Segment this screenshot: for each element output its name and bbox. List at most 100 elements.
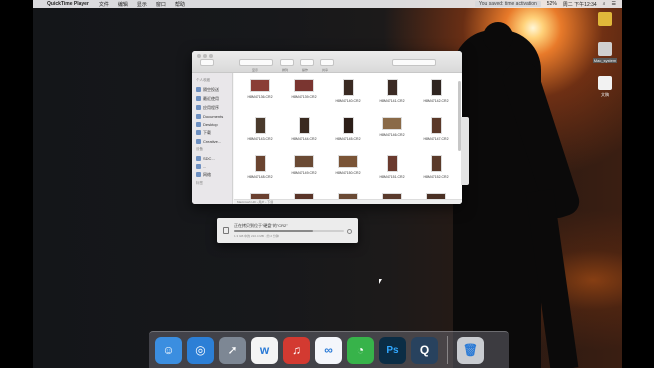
- toolbar-label-share: 共享: [322, 68, 329, 72]
- share-button[interactable]: [320, 59, 334, 66]
- sidebar-heading-favorites: 个人收藏: [196, 78, 210, 82]
- file-item[interactable]: H8M47148.CR2: [238, 153, 282, 191]
- menubar-clock[interactable]: 周二 下午12:34: [563, 1, 597, 8]
- drive-icon: [196, 163, 201, 169]
- file-name: H8M47146.CR2: [379, 133, 405, 137]
- menu-item-edit[interactable]: 编辑: [118, 1, 128, 8]
- file-item[interactable]: H8M47150.CR2: [326, 153, 370, 191]
- menu-app-name[interactable]: QuickTime Player: [47, 1, 89, 7]
- sidebar-item-device[interactable]: ...: [192, 162, 232, 170]
- file-name: H8M47142.CR2: [423, 99, 449, 103]
- file-thumbnail: [294, 79, 314, 92]
- sidebar-item-label: ...: [203, 163, 207, 169]
- menu-list-icon[interactable]: ☰: [612, 1, 616, 7]
- view-mode-button[interactable]: [239, 59, 273, 66]
- file-item[interactable]: H8M47152.CR2: [414, 153, 458, 191]
- file-thumbnail: [294, 155, 314, 168]
- applications-icon: [196, 105, 201, 110]
- file-item[interactable]: H8M47139.CR2: [282, 77, 326, 115]
- photoshop-icon[interactable]: Ps: [379, 336, 406, 364]
- file-thumbnail: [298, 117, 310, 134]
- desktop-icon-drive[interactable]: Mac_system: [590, 42, 620, 63]
- toolbar-label-view: 显示: [252, 68, 259, 72]
- sidebar-item-desktop[interactable]: Desktop: [192, 120, 232, 128]
- menu-item-help[interactable]: 帮助: [175, 1, 185, 8]
- file-thumbnail: [430, 155, 442, 172]
- file-name: H8M47144.CR2: [291, 137, 317, 141]
- sidebar-heading-devices: 设备: [196, 147, 203, 151]
- drive-icon: [598, 42, 612, 56]
- file-name: H8M47152.CR2: [423, 175, 449, 179]
- desktop-icon-folder[interactable]: [590, 12, 620, 28]
- trash-icon[interactable]: 🗑: [457, 336, 484, 364]
- sidebar-item-applications[interactable]: 应用程序: [192, 103, 232, 112]
- clock-icon: [196, 96, 201, 101]
- file-name: H8M47148.CR2: [247, 175, 273, 179]
- file-name: H8M47147.CR2: [423, 137, 449, 141]
- netease-music-icon[interactable]: ♫: [283, 336, 310, 364]
- sidebar-item-airdrop[interactable]: 隔空投送: [192, 85, 232, 94]
- file-grid: H8M47136.CR2 H8M47139.CR2 H8M47140.CR2 H8M4…: [234, 73, 462, 204]
- file-thumbnail: [338, 155, 358, 168]
- action-button[interactable]: [300, 59, 314, 66]
- menubar-notification[interactable]: You saved: time activation: [474, 1, 541, 7]
- toolbar-label-arrange: 排列: [282, 68, 289, 72]
- file-item[interactable]: H8M47143.CR2: [238, 115, 282, 153]
- file-thumbnail: [342, 79, 354, 96]
- menu-item-view[interactable]: 显示: [137, 1, 147, 8]
- desktop-icon-document[interactable]: 文稿: [590, 76, 620, 98]
- sidebar-item-downloads[interactable]: 下载: [192, 128, 232, 137]
- document-icon: [196, 113, 201, 119]
- path-bar: Macintosh HD › 用户 › 下载: [234, 199, 462, 204]
- toolbar-label-action: 操作: [302, 68, 309, 72]
- sidebar-item-sd-card[interactable]: SDC...: [192, 154, 232, 162]
- menu-bar: QuickTime Player 文件 编辑 显示 窗口 帮助 You save…: [33, 0, 622, 8]
- sidebar-item-documents[interactable]: Documents: [192, 112, 232, 120]
- minimize-button[interactable]: [203, 54, 207, 58]
- progress-title: 正在拷贝到位于"硬盘"的"CR2": [234, 223, 288, 228]
- battery-status[interactable]: 52%: [547, 1, 557, 7]
- launchpad-icon[interactable]: ➚: [219, 336, 246, 364]
- sidebar-item-recents[interactable]: 最近使用: [192, 94, 232, 103]
- menu-item-file[interactable]: 文件: [99, 1, 109, 8]
- close-button[interactable]: [197, 54, 201, 58]
- progress-fill: [234, 230, 314, 232]
- download-icon: [196, 130, 201, 135]
- sidebar-item-label: Desktop: [203, 121, 218, 127]
- sidebar-item-network[interactable]: 网络: [192, 170, 232, 179]
- finder-toolbar: 显示 排列 操作 共享: [192, 51, 462, 73]
- file-item[interactable]: H8M47136.CR2: [238, 77, 282, 115]
- file-item[interactable]: H8M47145.CR2: [326, 115, 370, 153]
- sidebar-item-creative-cloud[interactable]: Creative...: [192, 137, 232, 145]
- baidu-netdisk-icon[interactable]: ∞: [315, 336, 342, 364]
- file-thumbnail: [250, 79, 270, 92]
- file-item[interactable]: H8M47146.CR2: [370, 115, 414, 153]
- finder-window: 显示 排列 操作 共享 个人收藏 隔空投送 最近使用 应用程序 Document…: [192, 51, 462, 204]
- file-item[interactable]: H8M47141.CR2: [370, 77, 414, 115]
- file-thumbnail: [342, 117, 354, 134]
- copy-progress-window: 正在拷贝到位于"硬盘"的"CR2" 1.3 GB 中的 210.4 MB · 约…: [217, 218, 358, 243]
- wechat-icon[interactable]: ◔: [347, 336, 374, 364]
- quicktime-icon[interactable]: Q: [411, 336, 438, 364]
- file-item[interactable]: H8M47147.CR2: [414, 115, 458, 153]
- file-item[interactable]: H8M47144.CR2: [282, 115, 326, 153]
- arrange-button[interactable]: [280, 59, 294, 66]
- progress-status: 1.3 GB 中的 210.4 MB · 约 2 分钟: [234, 234, 279, 238]
- back-forward-button[interactable]: [200, 59, 214, 66]
- sidebar-item-label: Creative...: [203, 138, 222, 144]
- file-item[interactable]: H8M47151.CR2: [370, 153, 414, 191]
- menu-item-window[interactable]: 窗口: [156, 1, 166, 8]
- desktop-icon-label: 文稿: [601, 92, 609, 97]
- search-field[interactable]: [392, 59, 436, 66]
- file-item[interactable]: H8M47140.CR2: [326, 77, 370, 115]
- desktop-icon: [196, 121, 201, 127]
- cancel-copy-button[interactable]: [347, 229, 352, 234]
- file-item[interactable]: H8M47149.CR2: [282, 153, 326, 191]
- file-item[interactable]: H8M47142.CR2: [414, 77, 458, 115]
- safari-icon[interactable]: ◎: [187, 336, 214, 364]
- zoom-button[interactable]: [209, 54, 213, 58]
- wunderlist-icon[interactable]: w: [251, 336, 278, 364]
- search-icon[interactable]: ⌕: [603, 1, 606, 7]
- finder-icon[interactable]: ☺: [155, 336, 182, 364]
- sidebar-item-label: SDC...: [203, 155, 215, 161]
